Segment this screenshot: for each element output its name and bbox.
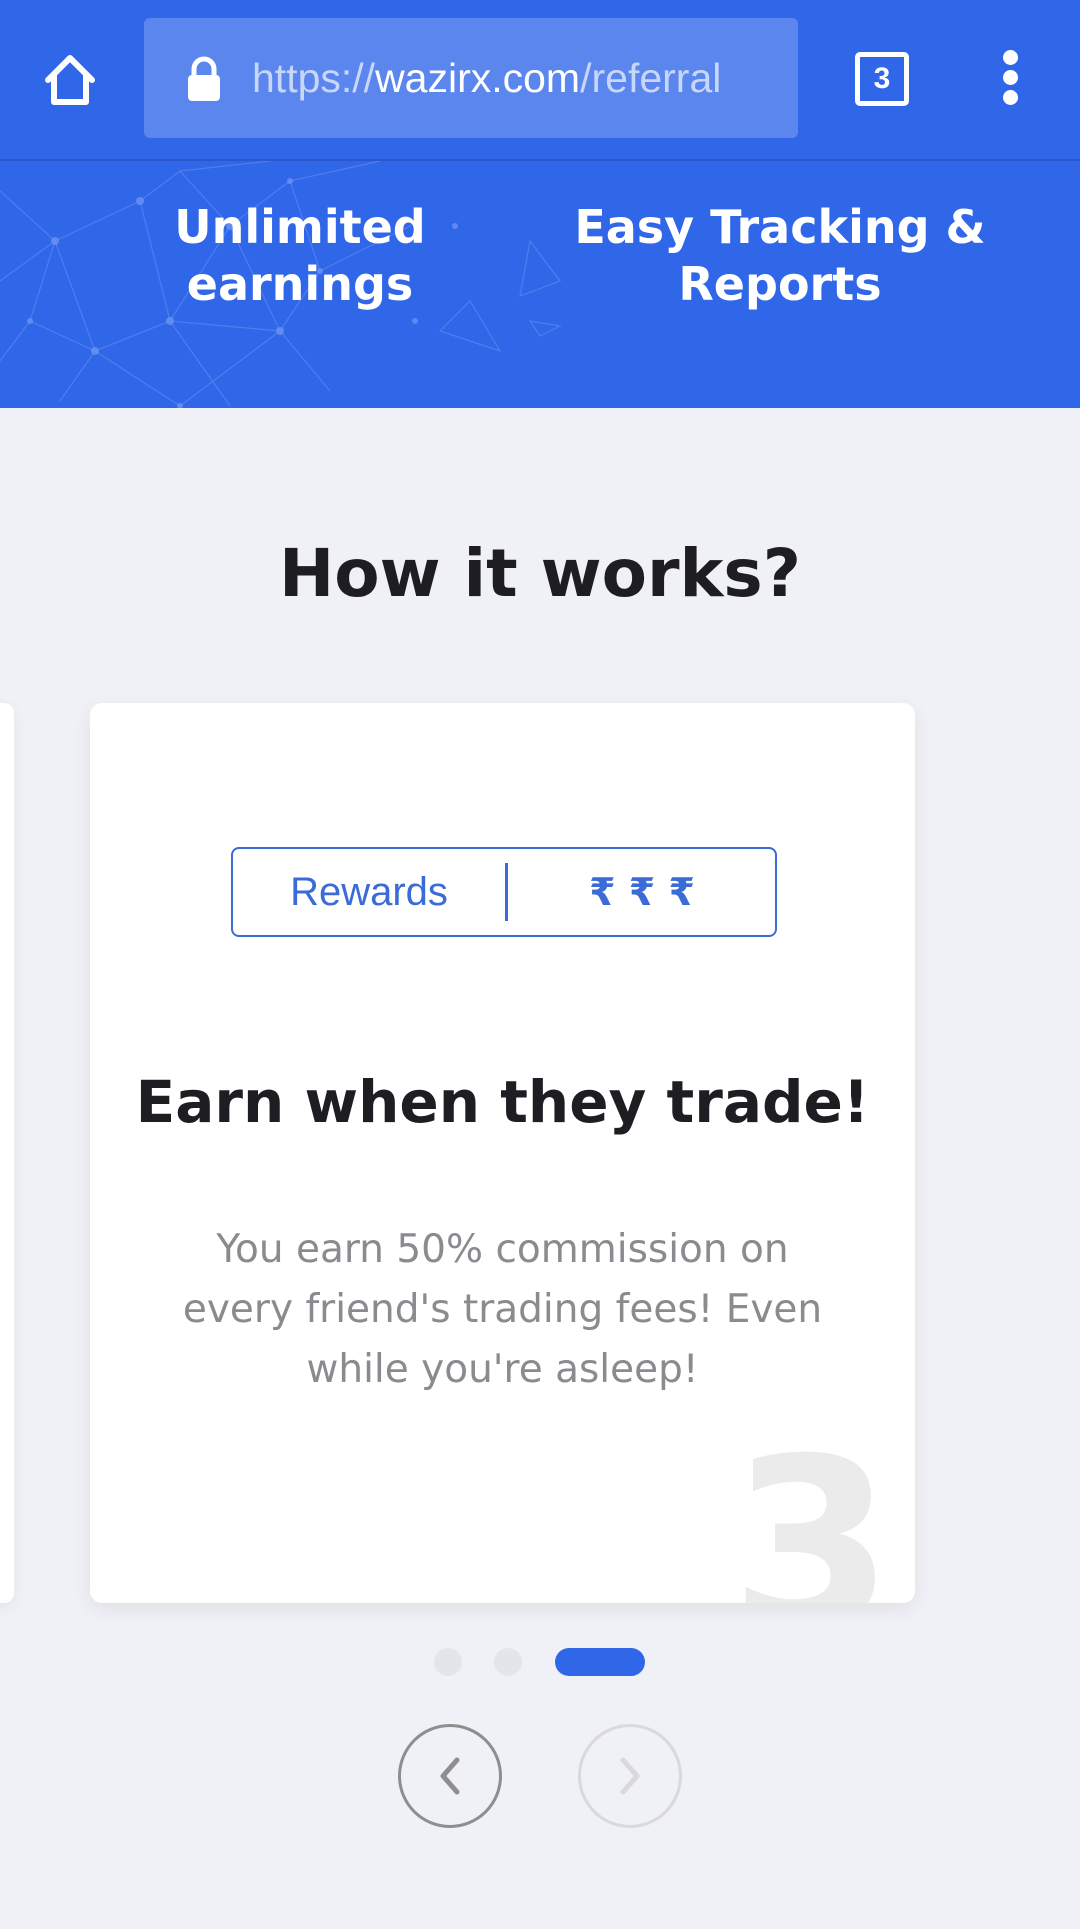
carousel-prev-button[interactable] [398,1724,502,1828]
step-card-title: Earn when they trade! [135,1068,870,1136]
tabs-button[interactable]: 3 [855,52,909,106]
rewards-badge: Rewards ₹ ₹ ₹ [231,847,777,937]
feature-title-line: Reports [678,257,882,311]
carousel-next-button[interactable] [578,1724,682,1828]
step-card: Rewards ₹ ₹ ₹ Earn when they trade! You … [90,703,915,1603]
rewards-value: ₹ ₹ ₹ [589,870,695,914]
carousel-pagination [0,1648,1080,1676]
hero-banner: Unlimited earnings Easy Tracking & Repor… [0,161,1080,408]
feature-easy-tracking: Easy Tracking & Reports [565,199,995,313]
lock-icon [188,56,220,101]
home-button[interactable] [40,50,100,110]
chevron-left-icon [440,1757,460,1795]
previous-step-card-peek[interactable] [0,703,14,1603]
pagination-dot-2[interactable] [494,1648,522,1676]
feature-title-line: Unlimited [174,200,426,254]
step-number-watermark: 3 [730,1409,894,1603]
more-vert-icon[interactable] [996,50,1026,106]
address-bar[interactable]: https://wazirx.com/referral [144,18,798,138]
description-line: while you're asleep! [306,1347,699,1392]
chevron-right-icon [620,1757,640,1795]
url-scheme: https:// [252,55,376,101]
rewards-label: Rewards [290,870,448,914]
description-line: every friend's trading fees! Even [182,1287,823,1332]
feature-title-line: earnings [186,257,414,311]
how-it-works-title: How it works? [278,535,801,612]
pagination-dot-3-active[interactable] [555,1648,645,1676]
url-path: /referral [580,55,722,101]
url-host: wazirx.com [375,55,581,101]
step-card-description: You earn 50% commission on every friend'… [180,1220,825,1400]
tab-count: 3 [873,62,891,95]
feature-unlimited-earnings: Unlimited earnings [150,199,450,313]
browser-toolbar: https://wazirx.com/referral 3 [0,0,1080,161]
description-line: You earn 50% commission on [216,1227,789,1272]
feature-title-line: Easy Tracking & [574,200,986,254]
home-icon [45,55,95,105]
pagination-dot-1[interactable] [434,1648,462,1676]
url-text[interactable]: https://wazirx.com/referral [252,18,721,138]
